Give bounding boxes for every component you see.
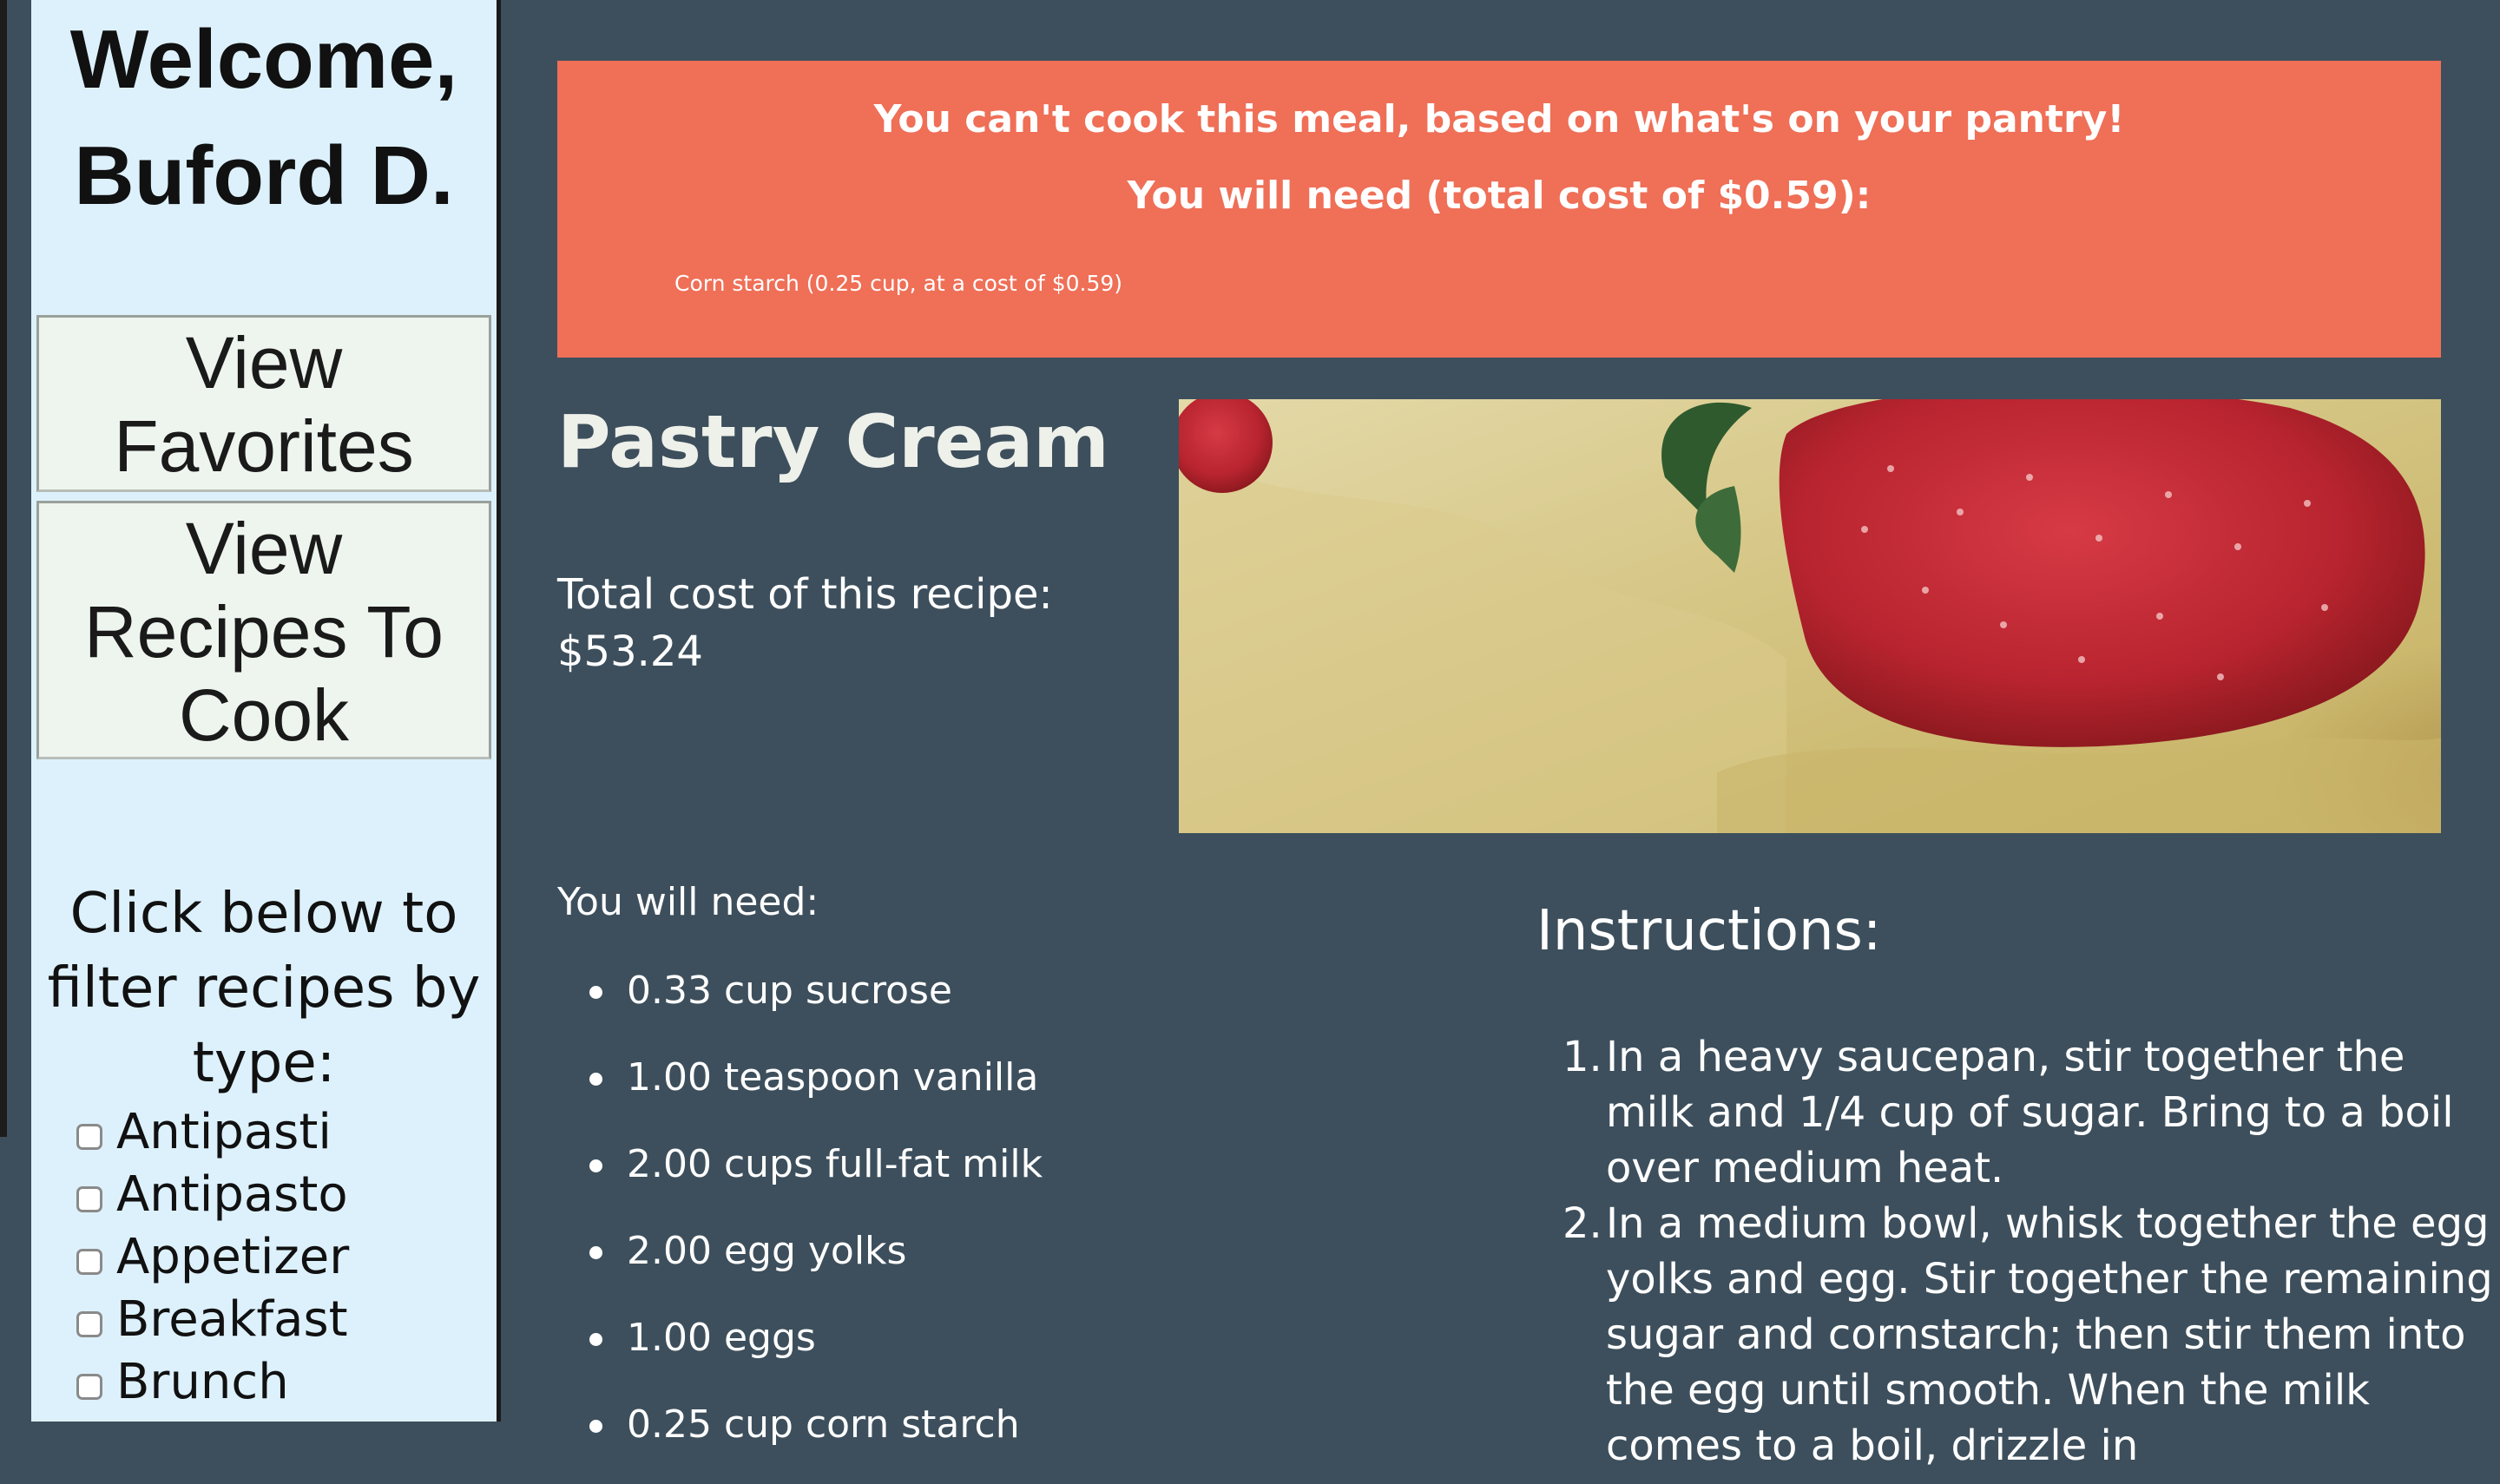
filter-brunch[interactable]: Brunch bbox=[76, 1350, 349, 1413]
filter-antipasto[interactable]: Antipasto bbox=[76, 1163, 349, 1225]
view-recipes-to-cook-button[interactable]: View Recipes To Cook bbox=[36, 501, 491, 759]
missing-item: Corn starch (0.25 cup, at a cost of $0.5… bbox=[674, 271, 1123, 296]
welcome-line: Welcome, bbox=[69, 13, 458, 106]
recipe-photo bbox=[1179, 399, 2441, 833]
ingredient-item: 2.00 egg yolks bbox=[557, 1224, 1043, 1310]
instruction-list: 1. In a heavy saucepan, stir together the… bbox=[1536, 1029, 2500, 1474]
alert-total-cost: You will need (total cost of $0.59): bbox=[1127, 174, 1872, 218]
recipe-cost-value: $53.24 bbox=[557, 627, 703, 676]
instructions-heading: Instructions: bbox=[1536, 899, 1882, 963]
view-favorites-button[interactable]: View Favorites bbox=[36, 315, 491, 492]
alert-headline: You can't cook this meal, based on what'… bbox=[873, 97, 2125, 141]
recipe-title: Pastry Cream bbox=[557, 399, 1109, 484]
window-edge bbox=[0, 0, 7, 1137]
pantry-alert: You can't cook this meal, based on what'… bbox=[557, 61, 2441, 358]
filter-checkbox[interactable] bbox=[76, 1124, 102, 1150]
user-name: Buford D. bbox=[74, 129, 454, 222]
sidebar-divider bbox=[497, 0, 501, 1422]
filter-checkbox[interactable] bbox=[76, 1311, 102, 1337]
sidebar: Welcome, Buford D. View Favorites View R… bbox=[31, 0, 497, 1422]
filter-breakfast[interactable]: Breakfast bbox=[76, 1288, 349, 1350]
instruction-step: 1. In a heavy saucepan, stir together the… bbox=[1562, 1033, 2454, 1192]
ingredient-item: 0.33 cup sucrose bbox=[557, 963, 1043, 1050]
ingredient-item: 1.00 eggs bbox=[557, 1310, 1043, 1397]
recipe-cost-label: Total cost of this recipe: bbox=[557, 570, 1053, 619]
strawberry-image bbox=[1179, 399, 2441, 833]
ingredient-item: 2.00 cups full-fat milk bbox=[557, 1137, 1043, 1224]
filter-checkbox[interactable] bbox=[76, 1249, 102, 1275]
instruction-step: 2. In a medium bowl, whisk together the e… bbox=[1562, 1199, 2493, 1470]
ingredients-heading: You will need: bbox=[557, 880, 819, 924]
filter-label: Appetizer bbox=[116, 1228, 350, 1285]
filter-prompt: Click below to filter recipes by type: bbox=[47, 882, 481, 1095]
filter-list: Antipasti Antipasto Appetizer Breakfast … bbox=[76, 1100, 349, 1413]
instruction-text: In a medium bowl, whisk together the egg… bbox=[1606, 1199, 2493, 1470]
filter-label: Antipasti bbox=[116, 1103, 332, 1160]
filter-label: Breakfast bbox=[116, 1290, 348, 1348]
filter-label: Brunch bbox=[116, 1353, 289, 1410]
instruction-text: In a heavy saucepan, stir together the m… bbox=[1606, 1033, 2454, 1192]
filter-antipasti[interactable]: Antipasti bbox=[76, 1100, 349, 1163]
filter-checkbox[interactable] bbox=[76, 1186, 102, 1212]
filter-appetizer[interactable]: Appetizer bbox=[76, 1225, 349, 1288]
ingredient-item: 0.25 cup corn starch bbox=[557, 1397, 1043, 1484]
welcome-heading: Welcome, Buford D. bbox=[31, 0, 497, 234]
filter-label: Antipasto bbox=[116, 1166, 348, 1223]
ingredient-item: 1.00 teaspoon vanilla bbox=[557, 1050, 1043, 1137]
ingredient-list: 0.33 cup sucrose 1.00 teaspoon vanilla 2… bbox=[557, 963, 1043, 1484]
recipe-cost: Total cost of this recipe: $53.24 bbox=[557, 566, 1053, 680]
filter-checkbox[interactable] bbox=[76, 1374, 102, 1400]
